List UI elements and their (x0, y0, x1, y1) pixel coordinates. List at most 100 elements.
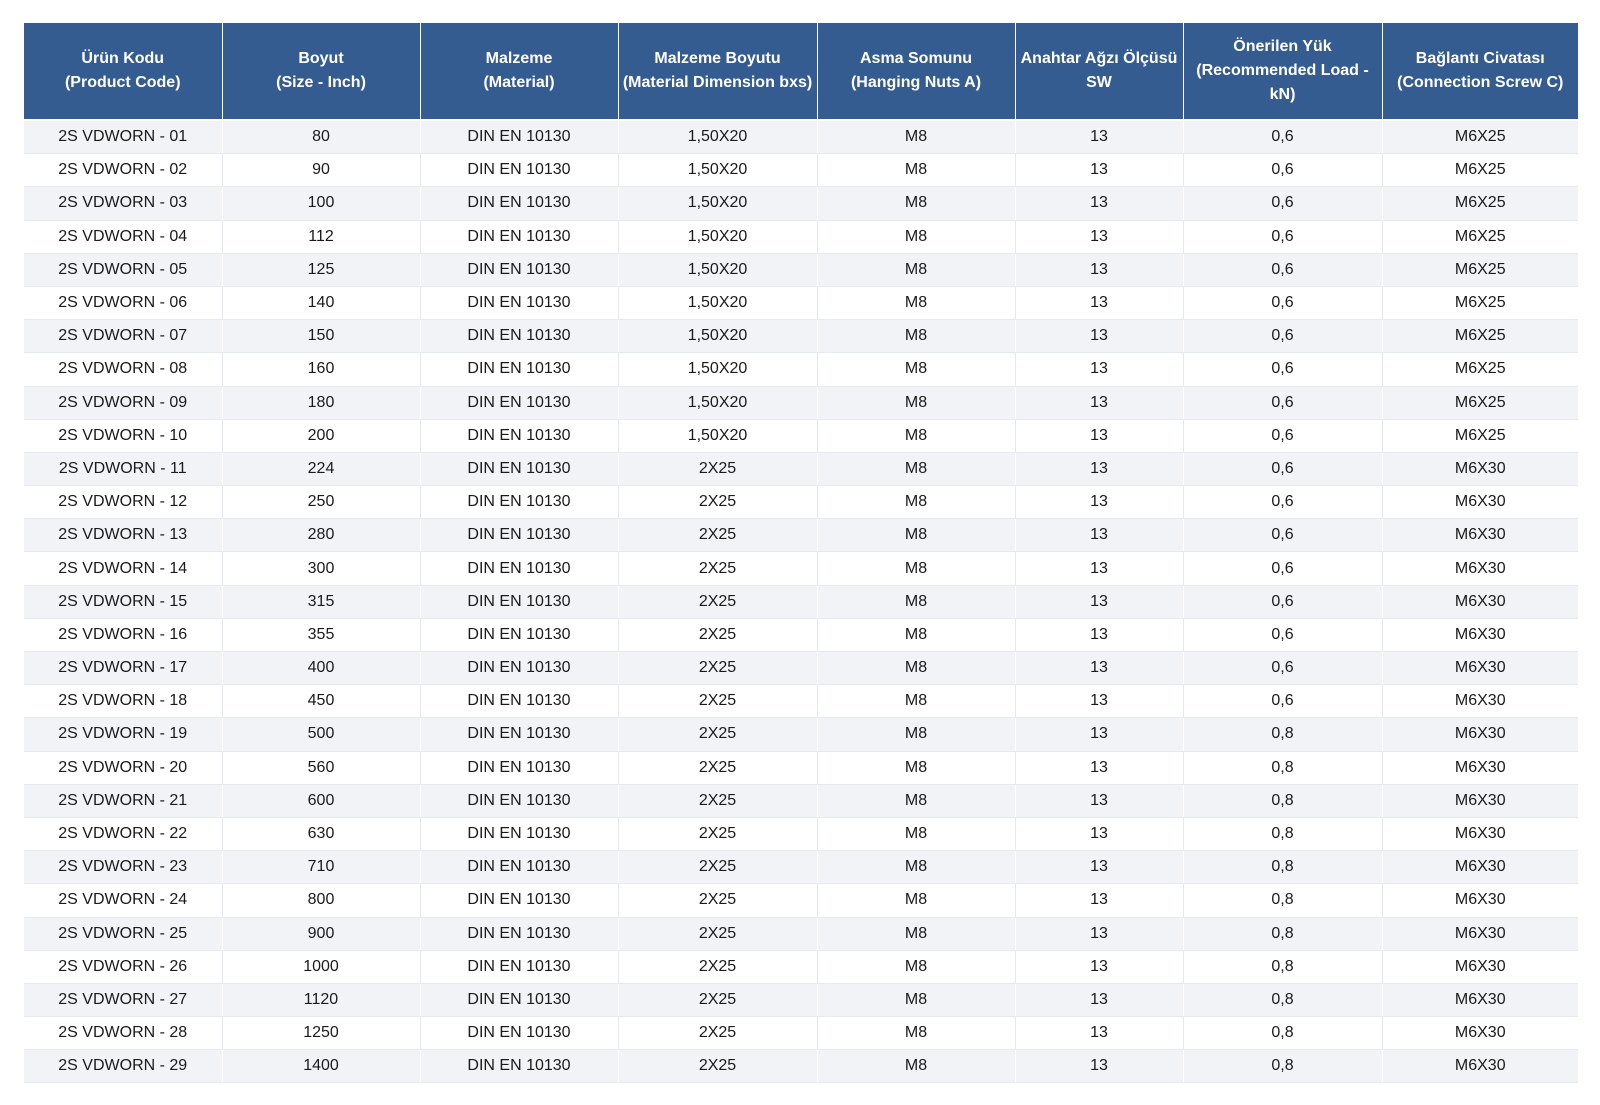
table-cell-material-dimension: 1,50X20 (618, 319, 818, 354)
table-cell-product-code: 2S VDWORN - 14 (24, 551, 223, 586)
table-cell-hanging-nuts: M8 (817, 684, 1016, 719)
table-cell-product-code: 2S VDWORN - 11 (24, 452, 223, 487)
table-cell-hanging-nuts: M8 (817, 518, 1016, 553)
table-cell-material-dimension: 1,50X20 (618, 153, 818, 188)
table-cell-recommended-load: 0,6 (1183, 618, 1383, 653)
column-header-sublabel: (Material Dimension bxs) (622, 74, 813, 91)
table-cell-material: DIN EN 10130 (420, 1049, 619, 1084)
table-cell-material-dimension: 2X25 (618, 917, 818, 951)
table-cell-wrench-size: 13 (1015, 551, 1184, 586)
table-cell-material: DIN EN 10130 (420, 319, 619, 354)
table-cell-material: DIN EN 10130 (420, 485, 619, 520)
table-cell-product-code: 2S VDWORN - 24 (24, 883, 223, 918)
column-header-label: Asma Somunu (859, 50, 972, 67)
table-cell-recommended-load: 0,6 (1183, 253, 1383, 287)
table-row: 2S VDWORN - 27 1120 DIN EN 10130 2X25 M8 13 0,… (24, 983, 1578, 1018)
column-header-sublabel: SW (1086, 74, 1112, 91)
table-cell-hanging-nuts: M8 (817, 253, 1016, 287)
table-cell-wrench-size: 13 (1015, 1016, 1184, 1051)
table-cell-material: DIN EN 10130 (420, 452, 619, 487)
table-row: 2S VDWORN - 29 1400 DIN EN 10130 2X25 M8 13 0,… (24, 1049, 1578, 1084)
table-cell-material: DIN EN 10130 (420, 817, 619, 852)
table-cell-size: 1400 (222, 1049, 421, 1084)
table-cell-connection-screw: M6X25 (1382, 153, 1578, 188)
table-cell-size: 560 (222, 751, 421, 785)
table-cell-recommended-load: 0,6 (1183, 551, 1383, 586)
table-cell-material-dimension: 2X25 (618, 651, 818, 686)
table-row: 2S VDWORN - 05 125 DIN EN 10130 1,50X20 M8 13… (24, 253, 1578, 287)
table-row: 2S VDWORN - 07 150 DIN EN 10130 1,50X20 M8 13… (24, 319, 1578, 354)
table-cell-material-dimension: 2X25 (618, 983, 818, 1018)
table-cell-product-code: 2S VDWORN - 13 (24, 518, 223, 553)
table-header: Ürün Kodu (Product Code) Boyut (Size - Inch… (24, 23, 1578, 121)
table-cell-wrench-size: 13 (1015, 817, 1184, 852)
table-cell-wrench-size: 13 (1015, 717, 1184, 752)
column-header-label: Önerilen Yük (1233, 38, 1332, 55)
table-row: 2S VDWORN - 16 355 DIN EN 10130 2X25 M8 13 0,6… (24, 618, 1578, 653)
table-cell-material-dimension: 2X25 (618, 1049, 818, 1084)
table-cell-recommended-load: 0,8 (1183, 751, 1383, 785)
column-header-label: Malzeme (485, 50, 553, 67)
table-cell-material: DIN EN 10130 (420, 120, 619, 155)
table-cell-product-code: 2S VDWORN - 21 (24, 784, 223, 818)
table-cell-connection-screw: M6X25 (1382, 419, 1578, 453)
table-cell-recommended-load: 0,6 (1183, 386, 1383, 420)
table-cell-wrench-size: 13 (1015, 950, 1184, 984)
table-cell-connection-screw: M6X30 (1382, 585, 1578, 619)
table-cell-material-dimension: 2X25 (618, 817, 818, 852)
table-cell-material: DIN EN 10130 (420, 618, 619, 653)
table-cell-connection-screw: M6X30 (1382, 983, 1578, 1018)
table-cell-size: 250 (222, 485, 421, 520)
table-cell-product-code: 2S VDWORN - 27 (24, 983, 223, 1018)
table-row: 2S VDWORN - 10 200 DIN EN 10130 1,50X20 M8 13… (24, 419, 1578, 453)
table-cell-product-code: 2S VDWORN - 02 (24, 153, 223, 188)
table-cell-wrench-size: 13 (1015, 618, 1184, 653)
table-cell-wrench-size: 13 (1015, 352, 1184, 387)
table-cell-material-dimension: 2X25 (618, 618, 818, 653)
table-row: 2S VDWORN - 20 560 DIN EN 10130 2X25 M8 13 0,8… (24, 751, 1578, 785)
table-cell-connection-screw: M6X30 (1382, 1049, 1578, 1084)
table-cell-size: 150 (222, 319, 421, 354)
table-cell-material-dimension: 2X25 (618, 585, 818, 619)
table-cell-connection-screw: M6X30 (1382, 651, 1578, 686)
table-cell-hanging-nuts: M8 (817, 618, 1016, 653)
table-cell-hanging-nuts: M8 (817, 1016, 1016, 1051)
table-cell-connection-screw: M6X30 (1382, 950, 1578, 984)
table-cell-recommended-load: 0,8 (1183, 717, 1383, 752)
table-cell-connection-screw: M6X30 (1382, 883, 1578, 918)
table-cell-material: DIN EN 10130 (420, 983, 619, 1018)
table-cell-wrench-size: 13 (1015, 784, 1184, 818)
table-row: 2S VDWORN - 01 80 DIN EN 10130 1,50X20 M8 13 0… (24, 120, 1578, 155)
table-cell-wrench-size: 13 (1015, 850, 1184, 885)
table-cell-wrench-size: 13 (1015, 253, 1184, 287)
column-header-label: Ürün Kodu (81, 50, 165, 67)
table-cell-material-dimension: 1,50X20 (618, 286, 818, 321)
table-cell-recommended-load: 0,8 (1183, 1016, 1383, 1051)
column-header-label: Malzeme Boyutu (654, 50, 781, 67)
table-cell-hanging-nuts: M8 (817, 452, 1016, 487)
table-cell-recommended-load: 0,6 (1183, 319, 1383, 354)
column-header-product-code: Ürün Kodu (Product Code) (24, 23, 223, 121)
table-cell-recommended-load: 0,6 (1183, 186, 1383, 221)
table-cell-size: 900 (222, 917, 421, 951)
table-cell-material-dimension: 2X25 (618, 850, 818, 885)
column-header-label: Anahtar Ağzı Ölçüsü (1020, 50, 1178, 67)
table-cell-material: DIN EN 10130 (420, 153, 619, 188)
table-cell-connection-screw: M6X30 (1382, 784, 1578, 818)
table-cell-connection-screw: M6X30 (1382, 817, 1578, 852)
table-cell-size: 80 (222, 120, 421, 155)
table-row: 2S VDWORN - 09 180 DIN EN 10130 1,50X20 M8 13… (24, 386, 1578, 420)
table-cell-product-code: 2S VDWORN - 12 (24, 485, 223, 520)
table-cell-size: 355 (222, 618, 421, 653)
table-cell-size: 300 (222, 551, 421, 586)
table-cell-hanging-nuts: M8 (817, 551, 1016, 586)
table-cell-recommended-load: 0,6 (1183, 518, 1383, 553)
table-cell-hanging-nuts: M8 (817, 220, 1016, 254)
table-cell-material-dimension: 1,50X20 (618, 120, 818, 155)
table-row: 2S VDWORN - 15 315 DIN EN 10130 2X25 M8 13 0,6… (24, 585, 1578, 619)
table-cell-recommended-load: 0,8 (1183, 950, 1383, 984)
table-cell-size: 140 (222, 286, 421, 321)
table-cell-recommended-load: 0,6 (1183, 651, 1383, 686)
table-cell-connection-screw: M6X30 (1382, 452, 1578, 487)
table-cell-material-dimension: 1,50X20 (618, 253, 818, 287)
